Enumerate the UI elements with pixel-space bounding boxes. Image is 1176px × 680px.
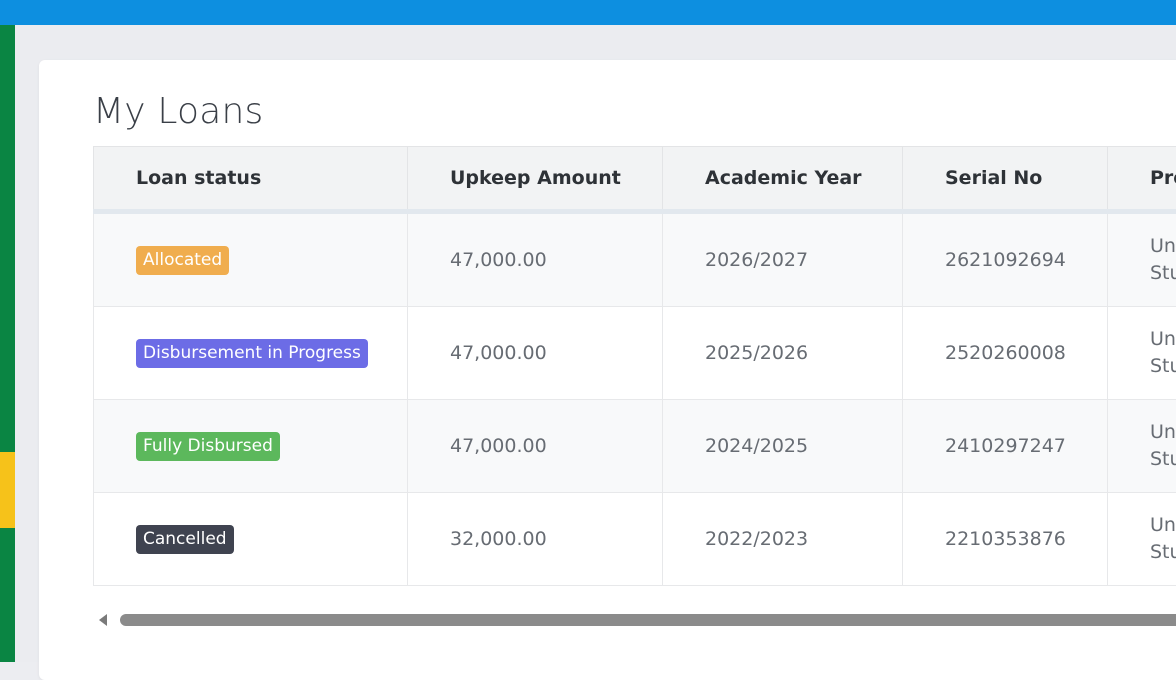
cell-loan-status: Fully Disbursed — [94, 400, 408, 493]
table-header-row: Loan status Upkeep Amount Academic Year … — [94, 147, 1176, 212]
cell-academic-year: 2024/2025 — [663, 400, 903, 493]
cell-serial-no: 2210353876 — [903, 493, 1108, 586]
cell-loan-status: Allocated — [94, 212, 408, 307]
scrollbar-thumb[interactable] — [120, 614, 1176, 626]
program-line: Un — [1150, 233, 1176, 260]
program-line: Stu — [1150, 539, 1176, 566]
cell-upkeep-amount: 32,000.00 — [408, 493, 663, 586]
horizontal-scrollbar[interactable] — [93, 609, 1176, 631]
cell-upkeep-amount: 47,000.00 — [408, 212, 663, 307]
header-serial-no[interactable]: Serial No — [903, 147, 1108, 212]
loans-card: My Loans Loan status Upkeep Amount Acade… — [39, 60, 1176, 680]
page-title: My Loans — [93, 91, 264, 132]
cell-serial-no: 2520260008 — [903, 307, 1108, 400]
header-upkeep-amount[interactable]: Upkeep Amount — [408, 147, 663, 212]
cell-serial-no: 2410297247 — [903, 400, 1108, 493]
cell-program: UnStu — [1108, 493, 1176, 586]
table-row[interactable]: Allocated 47,000.00 2026/2027 2621092694… — [94, 212, 1176, 307]
program-line: Stu — [1150, 260, 1176, 287]
program-line: Stu — [1150, 353, 1176, 380]
sidebar — [0, 25, 15, 662]
status-badge: Disbursement in Progress — [136, 339, 368, 368]
header-program[interactable]: Pro — [1108, 147, 1176, 212]
cell-program: UnStu — [1108, 212, 1176, 307]
scroll-left-arrow-icon[interactable] — [99, 614, 107, 626]
loans-table: Loan status Upkeep Amount Academic Year … — [93, 146, 1176, 586]
program-line: Un — [1150, 326, 1176, 353]
header-loan-status[interactable]: Loan status — [94, 147, 408, 212]
sidebar-active-indicator — [0, 452, 15, 528]
cell-loan-status: Cancelled — [94, 493, 408, 586]
status-badge: Cancelled — [136, 525, 234, 554]
program-line: Un — [1150, 419, 1176, 446]
cell-academic-year: 2022/2023 — [663, 493, 903, 586]
cell-serial-no: 2621092694 — [903, 212, 1108, 307]
table-row[interactable]: Fully Disbursed 47,000.00 2024/2025 2410… — [94, 400, 1176, 493]
loans-table-container[interactable]: Loan status Upkeep Amount Academic Year … — [93, 146, 1176, 588]
cell-program: UnStu — [1108, 400, 1176, 493]
cell-upkeep-amount: 47,000.00 — [408, 400, 663, 493]
header-academic-year[interactable]: Academic Year — [663, 147, 903, 212]
cell-upkeep-amount: 47,000.00 — [408, 307, 663, 400]
top-navbar — [0, 0, 1176, 25]
table-row[interactable]: Disbursement in Progress 47,000.00 2025/… — [94, 307, 1176, 400]
program-line: Stu — [1150, 446, 1176, 473]
program-line: Un — [1150, 512, 1176, 539]
status-badge: Fully Disbursed — [136, 432, 280, 461]
cell-program: UnStu — [1108, 307, 1176, 400]
status-badge: Allocated — [136, 246, 229, 275]
cell-loan-status: Disbursement in Progress — [94, 307, 408, 400]
cell-academic-year: 2025/2026 — [663, 307, 903, 400]
table-row[interactable]: Cancelled 32,000.00 2022/2023 2210353876… — [94, 493, 1176, 586]
cell-academic-year: 2026/2027 — [663, 212, 903, 307]
